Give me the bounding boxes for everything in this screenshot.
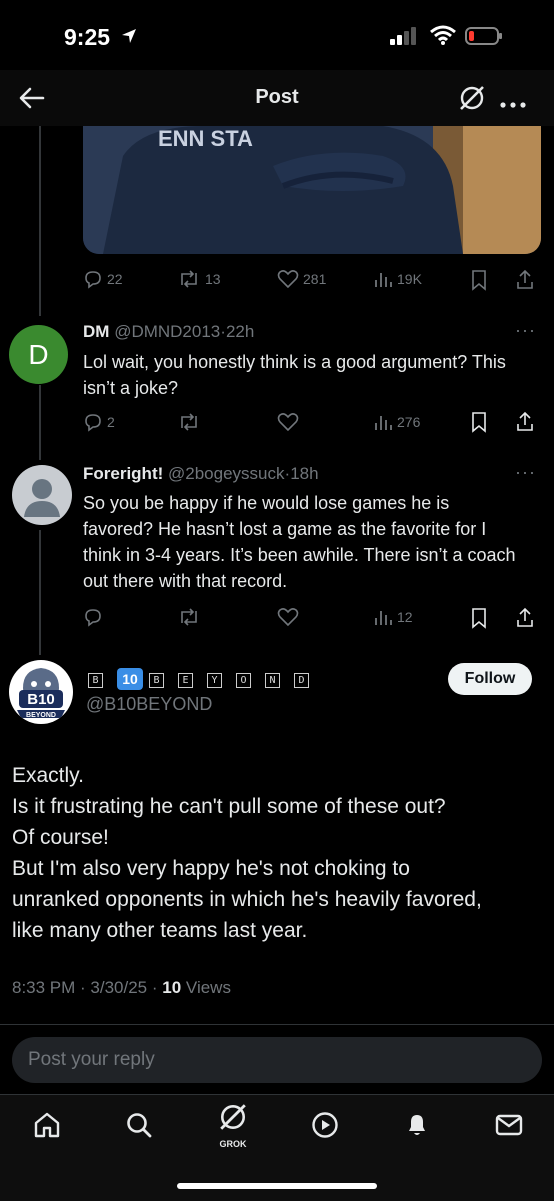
views-icon <box>375 611 392 625</box>
thread-line <box>39 126 41 316</box>
name-char: Y <box>207 673 222 689</box>
thread-line <box>39 385 41 460</box>
video-play-icon[interactable] <box>310 1110 340 1145</box>
views-count: 12 <box>397 609 413 625</box>
grok-icon <box>220 1104 246 1130</box>
avatar[interactable]: D <box>9 325 68 384</box>
more-options-icon[interactable]: ··· <box>515 462 536 483</box>
tweet-image[interactable]: ENN STA <box>83 126 541 254</box>
repost-icon <box>181 270 197 288</box>
bookmark-icon[interactable] <box>470 269 488 291</box>
post-time: 22h <box>225 322 255 341</box>
divider <box>0 1024 554 1025</box>
home-icon[interactable] <box>32 1110 62 1145</box>
post-text: Exactly. Is it frustrating he can't pull… <box>12 760 542 946</box>
reply-author[interactable]: Foreright! @2bogeyssuck·18h <box>83 464 319 484</box>
logo-text: B10 <box>27 691 55 708</box>
post-meta: 8:33 PM · 3/30/25 · 10 Views <box>12 978 231 997</box>
post-line: Is it frustrating he can't pull some of … <box>12 795 446 818</box>
post-time: 8:33 PM <box>12 978 76 997</box>
repost-icon[interactable] <box>177 412 201 432</box>
handle: @DMND2013 <box>114 322 221 341</box>
reply-action[interactable]: 22 <box>83 269 123 289</box>
repost-icon[interactable] <box>177 607 201 627</box>
status-time: 9:25 <box>64 24 111 50</box>
name-char: E <box>178 673 193 689</box>
display-name: DM <box>83 322 110 341</box>
repost-count: 13 <box>205 271 221 287</box>
battery-icon <box>465 26 503 51</box>
avatar-initial: D <box>28 339 49 370</box>
notifications-bell-icon[interactable] <box>402 1109 432 1144</box>
display-name: Foreright! <box>83 464 164 483</box>
post-line: like many other teams last year. <box>12 919 308 942</box>
heart-icon <box>277 270 299 289</box>
reply-action[interactable]: 2 <box>83 412 115 432</box>
views-count: 10 <box>162 978 182 997</box>
handle: @2bogeyssuck <box>168 464 285 483</box>
name-char: B <box>88 673 103 689</box>
views-label: Views <box>185 978 231 997</box>
wifi-icon <box>430 25 456 50</box>
b10-logo-avatar[interactable]: B10 BEYOND <box>9 660 73 724</box>
grok-label: GROK <box>219 1139 247 1149</box>
default-avatar[interactable] <box>12 465 72 525</box>
post-date: 3/30/25 <box>90 978 148 997</box>
bookmark-icon[interactable] <box>470 411 488 433</box>
post-line: Exactly. <box>12 764 84 787</box>
reply-text: So you be happy if he would lose games h… <box>83 493 516 591</box>
share-icon[interactable] <box>515 410 535 432</box>
post-time: 18h <box>290 464 319 483</box>
post-line: Of course! <box>12 826 109 849</box>
like-action[interactable]: 281 <box>277 269 326 289</box>
reply-icon[interactable] <box>83 607 103 627</box>
heart-icon[interactable] <box>277 412 299 432</box>
reply-author[interactable]: DM @DMND2013·22h <box>83 322 254 342</box>
like-count: 281 <box>303 271 327 287</box>
more-options-icon[interactable] <box>500 95 526 113</box>
views-action[interactable]: 276 <box>373 412 420 432</box>
ten-emoji: 10 <box>117 668 143 690</box>
reply-placeholder: Post your reply <box>28 1049 155 1070</box>
views-action[interactable]: 19K <box>373 269 422 289</box>
reply-count: 2 <box>107 414 115 430</box>
svg-text:ENN STA: ENN STA <box>158 126 253 151</box>
reply-icon <box>85 271 101 289</box>
more-options-icon[interactable]: ··· <box>515 320 536 341</box>
follow-button[interactable]: Follow <box>448 663 532 695</box>
share-icon[interactable] <box>515 606 535 628</box>
cellular-signal-icon <box>390 27 420 50</box>
search-icon[interactable] <box>124 1110 154 1145</box>
views-count: 19K <box>397 271 422 287</box>
views-action[interactable]: 12 <box>373 607 413 627</box>
name-char: D <box>294 673 309 689</box>
name-char: B <box>149 673 164 689</box>
heart-icon[interactable] <box>277 607 299 627</box>
reply-count: 22 <box>107 271 123 287</box>
post-line: But I'm also very happy he's not choking… <box>12 857 410 880</box>
home-indicator <box>177 1183 377 1189</box>
location-arrow-icon <box>120 27 138 50</box>
bookmark-icon[interactable] <box>470 607 488 629</box>
name-char: N <box>265 673 280 689</box>
reply-icon <box>85 414 101 432</box>
repost-action[interactable]: 13 <box>177 269 221 289</box>
grok-icon[interactable] <box>458 84 486 117</box>
thread-line <box>39 530 41 655</box>
handle[interactable]: @B10BEYOND <box>86 694 212 715</box>
grok-tab[interactable]: GROK <box>216 1102 250 1149</box>
views-icon <box>375 416 392 430</box>
reply-text: Lol wait, you honestly think is a good a… <box>83 352 506 398</box>
views-count: 276 <box>397 414 421 430</box>
messages-envelope-icon[interactable] <box>494 1111 524 1144</box>
name-char: O <box>236 673 251 689</box>
views-icon <box>375 273 392 287</box>
logo-subtext: BEYOND <box>26 712 56 719</box>
share-icon[interactable] <box>515 268 535 290</box>
display-name[interactable]: B 10 B E Y O N D <box>88 668 323 690</box>
post-line: unranked opponents in which he's heavily… <box>12 888 482 911</box>
